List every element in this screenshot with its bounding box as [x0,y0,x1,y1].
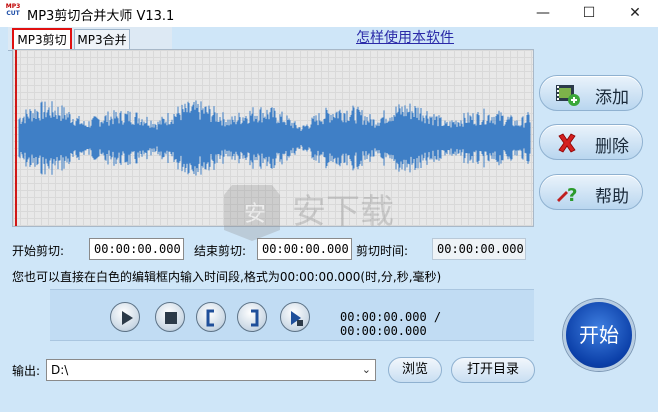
help-button[interactable]: ? 帮助 [539,174,643,210]
tab-mp3-merge[interactable]: MP3合并 [74,29,130,51]
delete-button-label: 删除 [595,137,629,157]
help-question-icon: ? [554,180,580,206]
delete-x-icon [554,130,580,156]
waveform [18,100,531,176]
help-link[interactable]: 怎样使用本软件 [356,27,454,47]
play-selection-icon [291,311,303,326]
play-selection-button[interactable] [280,302,310,332]
add-button-label: 添加 [595,88,629,108]
playback-position: 00:00:00.000 / 00:00:00.000 [340,310,442,338]
stop-button[interactable] [155,302,185,332]
waveform-view[interactable] [12,49,534,227]
stop-icon [165,312,177,324]
chevron-down-icon[interactable]: ⌄ [362,360,371,380]
duration-label: 剪切时间: [356,244,409,258]
title-bar: MP3 CUT MP3剪切合并大师 V13.1 — ☐ ✕ [0,0,658,27]
end-time-input[interactable]: 00:00:00.000 [257,238,352,260]
duration-value: 00:00:00.000 [432,238,526,260]
app-icon: MP3 CUT [5,3,21,17]
start-time-label: 开始剪切: [12,244,65,258]
close-button[interactable]: ✕ [612,0,658,27]
mark-end-icon [251,309,259,327]
start-time-input[interactable]: 00:00:00.000 [89,238,184,260]
maximize-button[interactable]: ☐ [566,0,612,27]
tab-strip: MP3合并 MP3剪切 [8,27,172,62]
window-title: MP3剪切合并大师 V13.1 [27,9,175,24]
browse-button[interactable]: 浏览 [388,357,442,383]
svg-text:?: ? [567,185,577,206]
help-button-label: 帮助 [595,187,629,207]
end-time-label: 结束剪切: [194,244,247,258]
output-label: 输出: [12,364,41,378]
delete-button[interactable]: 删除 [539,124,643,160]
add-button[interactable]: 添加 [539,75,643,111]
open-folder-button[interactable]: 打开目录 [451,357,535,383]
add-film-icon [554,81,580,107]
output-path-select[interactable]: D:\ ⌄ [46,359,376,381]
mark-start-button[interactable] [196,302,226,332]
minimize-button[interactable]: — [520,0,566,27]
play-icon [122,311,133,325]
output-path-value: D:\ [51,363,69,377]
format-hint: 您也可以直接在白色的编辑框内输入时间段,格式为00:00:00.000(时,分,… [12,270,442,284]
playback-bar: 00:00:00.000 / 00:00:00.000 [50,289,534,341]
start-button[interactable]: 开始 [563,299,635,371]
mark-end-button[interactable] [237,302,267,332]
main-panel: MP3合并 MP3剪切 怎样使用本软件 添加 删除 ? 帮助 开始剪切: 00:… [0,27,658,412]
mark-start-icon [206,309,214,327]
play-button[interactable] [110,302,140,332]
playhead[interactable] [15,50,17,226]
